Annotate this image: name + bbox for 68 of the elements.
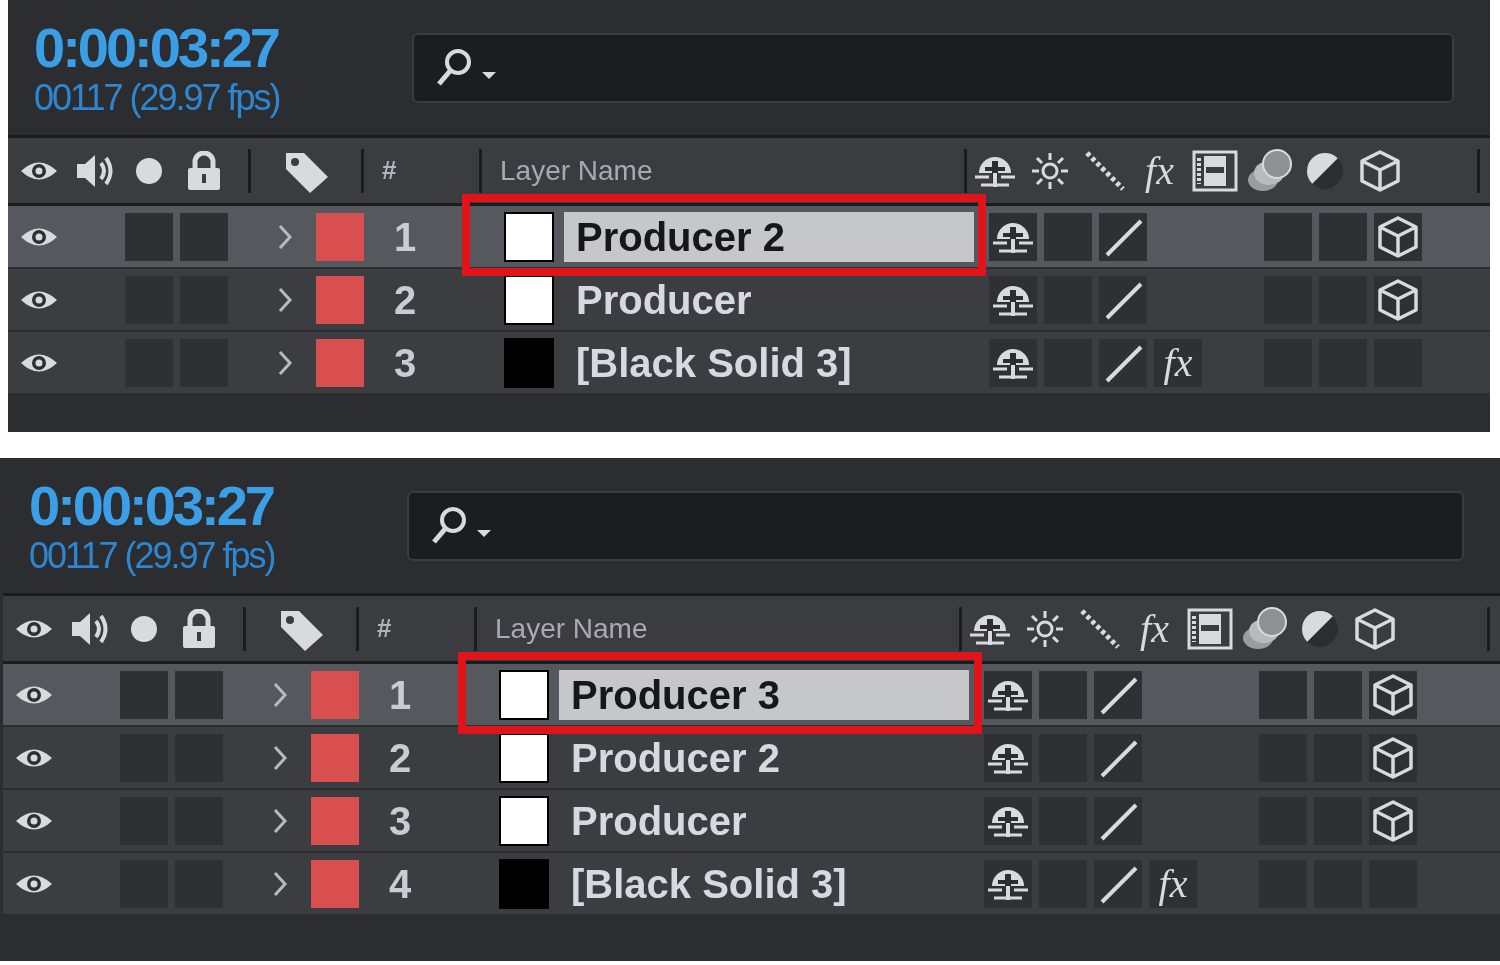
effects-column-header[interactable]: fx (1145, 148, 1174, 193)
effects-switch[interactable]: fx (1149, 859, 1197, 908)
film-strip-icon (1186, 607, 1233, 650)
label-color[interactable] (311, 796, 359, 845)
label-color[interactable] (316, 338, 364, 387)
label-color[interactable] (316, 275, 364, 324)
chevron-icon (277, 222, 293, 251)
cube-icon (1352, 606, 1397, 651)
label-color[interactable] (316, 212, 364, 261)
chevron-icon (277, 285, 293, 314)
film-strip-icon (1191, 149, 1238, 192)
sun-icon (1024, 608, 1065, 649)
label-color[interactable] (311, 733, 359, 782)
layer-name[interactable]: Producer 3 (559, 669, 969, 720)
dotted-line-icon (1082, 148, 1127, 193)
layer-number: 1 (394, 214, 417, 259)
layer-name[interactable]: Producer 2 (564, 211, 974, 262)
layer-number: 2 (389, 735, 412, 780)
chevron-icon (272, 680, 288, 709)
half-circle-icon (1304, 150, 1345, 191)
effects-switch[interactable]: fx (1154, 338, 1202, 387)
layer-row[interactable]: 1 Producer 2 (8, 206, 1490, 269)
layer-name-column-header[interactable]: Layer Name (500, 154, 653, 186)
lock-icon (186, 150, 222, 191)
timecode[interactable]: 0:00:03:27 (29, 475, 273, 536)
layer-row[interactable]: 1 Producer 3 (3, 664, 1500, 727)
search-field[interactable] (407, 490, 1464, 561)
layer-number: 4 (389, 861, 412, 906)
label-color[interactable] (311, 859, 359, 908)
cube-icon (1376, 277, 1420, 322)
layer-number: 1 (389, 672, 412, 717)
number-column-header[interactable]: # (377, 613, 392, 643)
layer-name[interactable]: [Black Solid 3] (564, 337, 974, 388)
frame-count: 00117 (29.97 fps) (29, 535, 275, 576)
number-column-header[interactable]: # (382, 155, 397, 185)
sun-icon (1029, 150, 1070, 191)
half-circle-icon (1299, 608, 1340, 649)
layer-row[interactable]: 3 [Black Solid 3] fx (8, 332, 1490, 395)
layer-number: 3 (394, 340, 417, 385)
lock-icon (181, 608, 217, 649)
cube-icon (1357, 148, 1402, 193)
cube-icon (1371, 672, 1415, 717)
dot-icon (130, 614, 158, 643)
cube-icon (1376, 214, 1420, 259)
layer-name-column-header[interactable]: Layer Name (495, 612, 648, 644)
layer-name[interactable]: [Black Solid 3] (559, 858, 969, 909)
timecode[interactable]: 0:00:03:27 (34, 17, 278, 78)
chevron-icon (272, 869, 288, 898)
layer-name[interactable]: Producer 2 (559, 732, 969, 783)
label-color[interactable] (311, 670, 359, 719)
effects-column-header[interactable]: fx (1140, 606, 1169, 651)
layer-row[interactable]: 2 Producer 2 (3, 727, 1500, 790)
layer-number: 2 (394, 277, 417, 322)
search-field[interactable] (412, 32, 1454, 103)
layer-name[interactable]: Producer (559, 795, 969, 846)
layer-name[interactable]: Producer (564, 274, 974, 325)
cube-icon (1371, 735, 1415, 780)
chevron-icon (277, 348, 293, 377)
chevron-icon (272, 806, 288, 835)
chevron-icon (272, 743, 288, 772)
layer-row[interactable]: 3 Producer (3, 790, 1500, 853)
dot-icon (135, 156, 163, 185)
frame-count: 00117 (29.97 fps) (34, 77, 280, 118)
layer-row[interactable]: 4 [Black Solid 3] fx (3, 853, 1500, 916)
cube-icon (1371, 798, 1415, 843)
layer-number: 3 (389, 798, 412, 843)
layer-row[interactable]: 2 Producer (8, 269, 1490, 332)
dotted-line-icon (1077, 606, 1122, 651)
